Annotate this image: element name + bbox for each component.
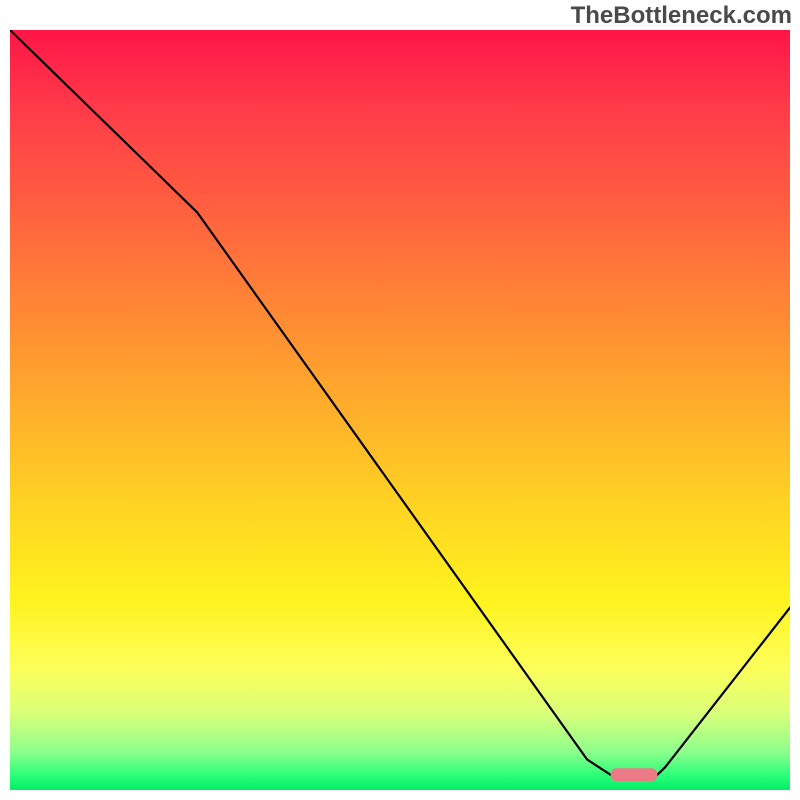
chart-container: TheBottleneck.com bbox=[0, 0, 800, 800]
watermark-text: TheBottleneck.com bbox=[571, 2, 792, 30]
bottleneck-curve bbox=[10, 30, 790, 775]
optimal-marker bbox=[611, 768, 658, 781]
curve-layer bbox=[10, 30, 790, 790]
plot-area bbox=[10, 30, 790, 790]
